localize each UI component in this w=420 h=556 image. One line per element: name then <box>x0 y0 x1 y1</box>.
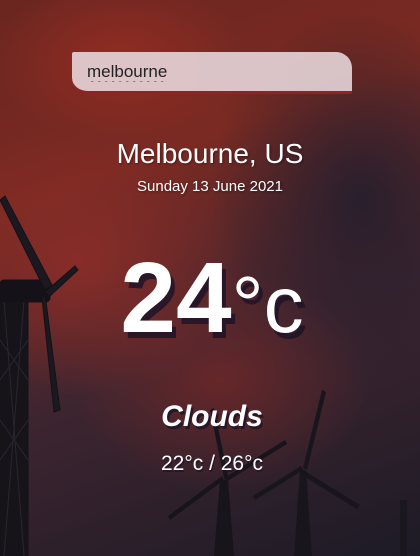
location-title: Melbourne, US <box>116 138 304 169</box>
date-label: Sunday 13 June 2021 <box>137 178 283 195</box>
temperature-value: 24 <box>120 242 232 354</box>
temperature-unit: °c <box>231 260 304 349</box>
search-input[interactable] <box>72 52 352 94</box>
temperature-range: 22°c / 26°c <box>160 452 264 475</box>
weather-app: Melbourne, US Sunday 13 June 2021 24°c C… <box>0 0 420 556</box>
current-temperature: 24°c <box>0 248 420 348</box>
weather-condition: Clouds <box>161 400 263 433</box>
